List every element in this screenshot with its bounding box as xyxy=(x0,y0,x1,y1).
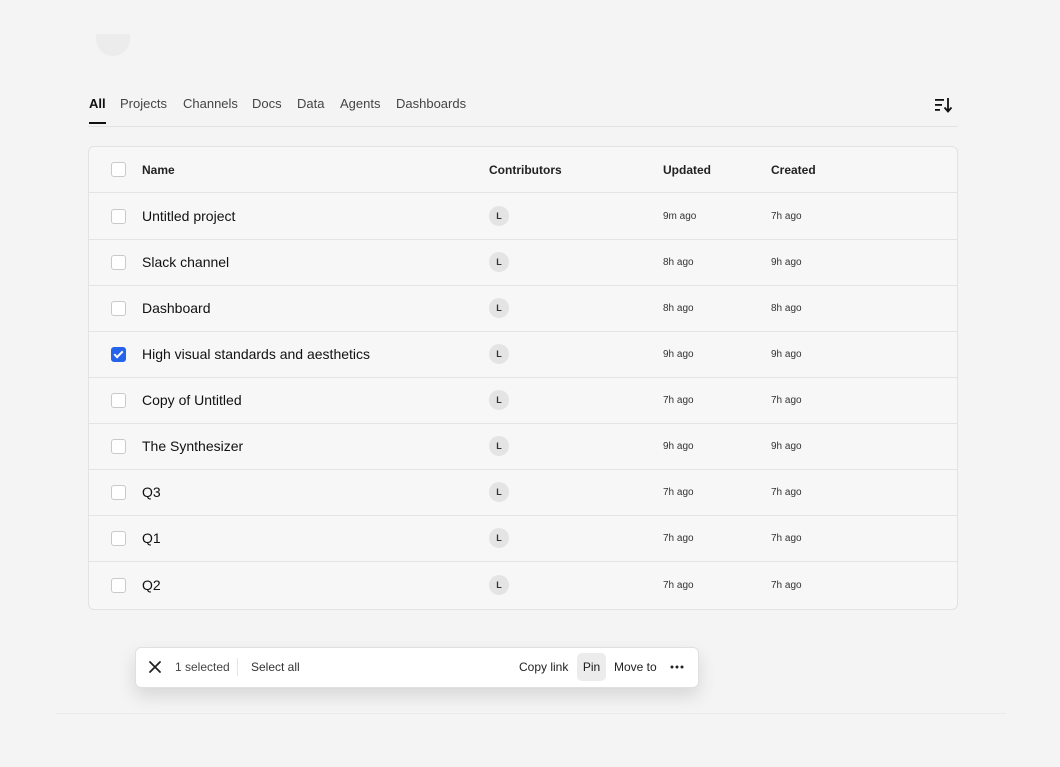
tab-dashboards[interactable]: Dashboards xyxy=(396,96,466,122)
contributor-avatar: L xyxy=(489,436,509,456)
table-row[interactable]: High visual standards and aesthetics L 9… xyxy=(89,331,957,378)
row-checkbox[interactable] xyxy=(111,439,126,454)
select-all-button[interactable]: Select all xyxy=(251,660,300,674)
created-time: 7h ago xyxy=(771,580,802,591)
contributor-avatar: L xyxy=(489,344,509,364)
table-row[interactable]: Q1 L 7h ago 7h ago xyxy=(89,515,957,562)
created-time: 7h ago xyxy=(771,487,802,498)
updated-time: 8h ago xyxy=(663,257,694,268)
created-time: 9h ago xyxy=(771,441,802,452)
contributor-avatar: L xyxy=(489,206,509,226)
updated-time: 7h ago xyxy=(663,533,694,544)
selection-action-bar: 1 selected Select all Copy link Pin Move… xyxy=(135,647,699,688)
row-name[interactable]: The Synthesizer xyxy=(142,438,243,454)
tab-agents[interactable]: Agents xyxy=(340,96,380,122)
move-to-button[interactable]: Move to xyxy=(614,660,657,674)
row-name[interactable]: Q2 xyxy=(142,577,161,593)
updated-time: 9h ago xyxy=(663,441,694,452)
created-time: 7h ago xyxy=(771,211,802,222)
column-header-updated[interactable]: Updated xyxy=(663,163,711,177)
copy-link-button[interactable]: Copy link xyxy=(519,660,568,674)
row-name[interactable]: Slack channel xyxy=(142,254,229,270)
created-time: 7h ago xyxy=(771,395,802,406)
items-table: Name Contributors Updated Created Untitl… xyxy=(88,146,958,610)
row-checkbox[interactable] xyxy=(111,347,126,362)
updated-time: 7h ago xyxy=(663,487,694,498)
tab-docs[interactable]: Docs xyxy=(252,96,282,122)
table-row[interactable]: Slack channel L 8h ago 9h ago xyxy=(89,239,957,286)
table-row[interactable]: The Synthesizer L 9h ago 9h ago xyxy=(89,423,957,470)
row-checkbox[interactable] xyxy=(111,485,126,500)
table-row[interactable]: Q3 L 7h ago 7h ago xyxy=(89,469,957,516)
tab-bar: All Projects Channels Docs Data Agents D… xyxy=(88,88,958,127)
table-row[interactable]: Dashboard L 8h ago 8h ago xyxy=(89,285,957,332)
updated-time: 9h ago xyxy=(663,349,694,360)
created-time: 9h ago xyxy=(771,257,802,268)
more-options-icon[interactable] xyxy=(669,659,685,675)
sort-descending-icon[interactable] xyxy=(934,96,954,114)
row-checkbox[interactable] xyxy=(111,393,126,408)
row-name[interactable]: High visual standards and aesthetics xyxy=(142,346,370,362)
column-header-created[interactable]: Created xyxy=(771,163,816,177)
row-checkbox[interactable] xyxy=(111,209,126,224)
created-time: 8h ago xyxy=(771,303,802,314)
updated-time: 9m ago xyxy=(663,211,697,222)
contributor-avatar: L xyxy=(489,482,509,502)
row-checkbox[interactable] xyxy=(111,578,126,593)
contributor-avatar: L xyxy=(489,252,509,272)
row-name[interactable]: Dashboard xyxy=(142,300,211,316)
created-time: 9h ago xyxy=(771,349,802,360)
column-header-name[interactable]: Name xyxy=(142,163,175,177)
updated-time: 7h ago xyxy=(663,395,694,406)
created-time: 7h ago xyxy=(771,533,802,544)
select-all-checkbox[interactable] xyxy=(111,162,126,177)
divider xyxy=(56,713,1006,714)
contributor-avatar: L xyxy=(489,528,509,548)
table-row[interactable]: Untitled project L 9m ago 7h ago xyxy=(89,193,957,240)
tab-projects[interactable]: Projects xyxy=(120,96,167,122)
updated-time: 7h ago xyxy=(663,580,694,591)
close-icon[interactable] xyxy=(148,660,162,674)
table-row[interactable]: Copy of Untitled L 7h ago 7h ago xyxy=(89,377,957,424)
divider xyxy=(237,658,238,676)
row-name[interactable]: Q1 xyxy=(142,530,161,546)
row-checkbox[interactable] xyxy=(111,255,126,270)
tab-all[interactable]: All xyxy=(89,96,106,124)
row-name[interactable]: Copy of Untitled xyxy=(142,392,242,408)
row-checkbox[interactable] xyxy=(111,531,126,546)
contributor-avatar: L xyxy=(489,575,509,595)
row-name[interactable]: Untitled project xyxy=(142,208,235,224)
table-header: Name Contributors Updated Created xyxy=(89,147,957,193)
row-name[interactable]: Q3 xyxy=(142,484,161,500)
tab-data[interactable]: Data xyxy=(297,96,324,122)
contributor-avatar: L xyxy=(489,390,509,410)
column-header-contributors[interactable]: Contributors xyxy=(489,163,562,177)
row-checkbox[interactable] xyxy=(111,301,126,316)
updated-time: 8h ago xyxy=(663,303,694,314)
contributor-avatar: L xyxy=(489,298,509,318)
selected-count: 1 selected xyxy=(175,660,230,674)
pin-button[interactable]: Pin xyxy=(577,653,606,681)
table-row[interactable]: Q2 L 7h ago 7h ago xyxy=(89,561,957,607)
tab-channels[interactable]: Channels xyxy=(183,96,238,122)
avatar[interactable] xyxy=(96,34,130,56)
